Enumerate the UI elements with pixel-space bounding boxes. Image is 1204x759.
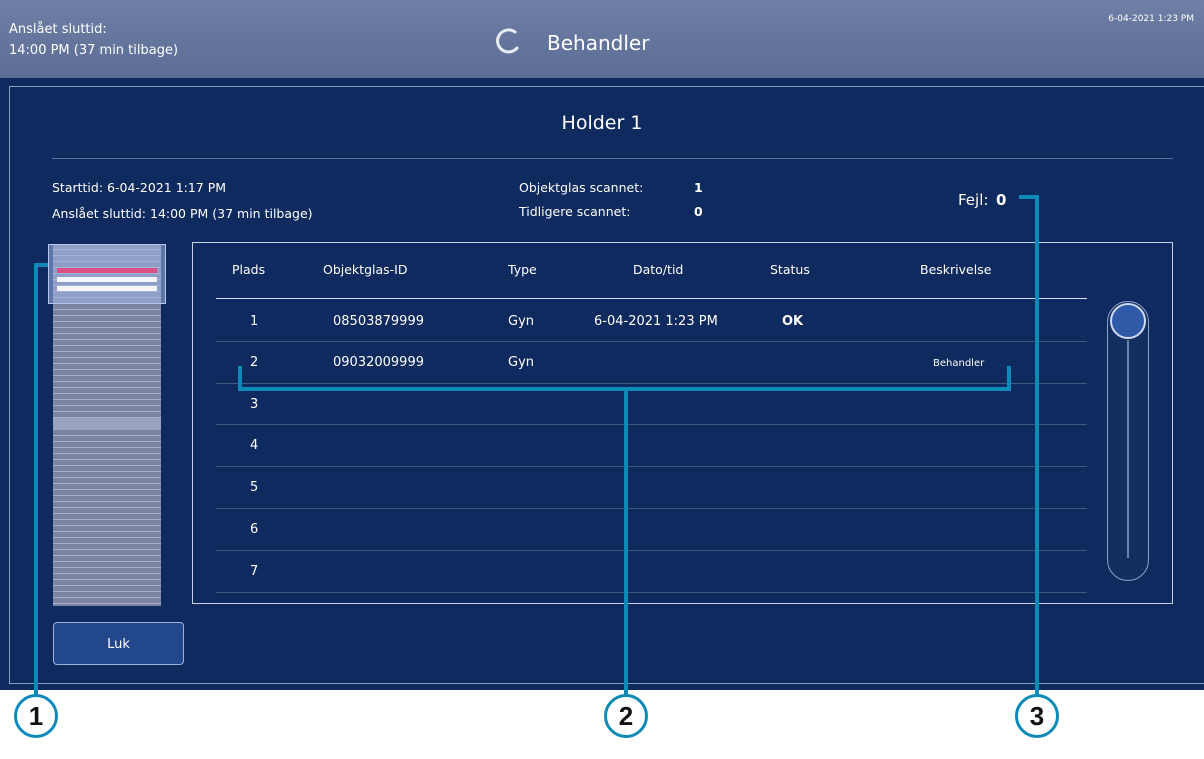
status-title: Behandler (547, 31, 650, 55)
cell-plads: 7 (250, 564, 259, 579)
errors-label: Fejl: (958, 191, 989, 209)
cell-plads: 3 (250, 397, 259, 412)
scrollbar-rail (1127, 340, 1129, 558)
top-bar: Anslået sluttid: 14:00 PM (37 min tilbag… (0, 0, 1204, 78)
previously-scanned-label: Tidligere scannet: (519, 204, 631, 219)
col-header-type: Type (508, 262, 537, 277)
estimated-end-value: 14:00 PM (37 min tilbage) (9, 43, 179, 58)
row-divider (216, 341, 1087, 342)
scanned-label: Objektglas scannet: (519, 180, 644, 195)
callout-1-line (34, 263, 38, 696)
callout-3-badge: 3 (1015, 694, 1059, 738)
cell-plads: 5 (250, 480, 259, 495)
cell-status: OK (782, 314, 804, 329)
current-datetime: 6-04-2021 1:23 PM (1108, 14, 1194, 24)
rack-separator (53, 418, 161, 430)
callout-1-badge: 1 (14, 694, 58, 738)
cell-description: Behandler (933, 358, 985, 369)
cell-id: 09032009999 (333, 355, 424, 370)
rack-slot (57, 286, 157, 291)
cell-id: 08503879999 (333, 314, 424, 329)
scrollbar-thumb[interactable] (1110, 303, 1146, 339)
rack-slot-active (57, 268, 157, 273)
col-header-plads: Plads (232, 262, 266, 277)
row-divider (216, 383, 1087, 384)
callout-3-line (1035, 195, 1039, 696)
errors-value: 0 (996, 191, 1007, 209)
estimated-end-time: Anslået sluttid: 14:00 PM (37 min tilbag… (52, 206, 313, 221)
cell-type: Gyn (508, 314, 535, 329)
rack-slot (57, 277, 157, 282)
estimated-end-label: Anslået sluttid: (9, 22, 107, 37)
col-header-status: Status (770, 262, 810, 277)
loading-spinner-icon (496, 28, 519, 54)
row-divider (216, 466, 1087, 467)
cell-plads: 1 (250, 314, 259, 329)
cell-type: Gyn (508, 355, 535, 370)
start-time: Starttid: 6-04-2021 1:17 PM (52, 180, 227, 195)
row-divider (216, 424, 1087, 425)
col-header-id: Objektglas-ID (323, 262, 408, 277)
cell-plads: 6 (250, 522, 259, 537)
col-header-date: Dato/tid (633, 262, 684, 277)
close-button[interactable]: Luk (53, 622, 184, 665)
callout-2-line (624, 387, 628, 696)
cell-date: 6-04-2021 1:23 PM (594, 314, 718, 329)
row-divider (216, 550, 1087, 551)
cell-plads: 2 (250, 355, 259, 370)
scanned-value: 1 (694, 180, 703, 195)
holder-title: Holder 1 (561, 112, 643, 134)
callout-2-badge: 2 (604, 694, 648, 738)
callout-2-right (1007, 366, 1011, 390)
header-divider (216, 298, 1087, 299)
row-divider (216, 508, 1087, 509)
rack-selection-highlight (48, 244, 166, 304)
col-header-description: Beskrivelse (920, 262, 992, 277)
cell-plads: 4 (250, 438, 259, 453)
row-divider (216, 592, 1087, 593)
divider (52, 158, 1173, 159)
previously-scanned-value: 0 (694, 204, 703, 219)
